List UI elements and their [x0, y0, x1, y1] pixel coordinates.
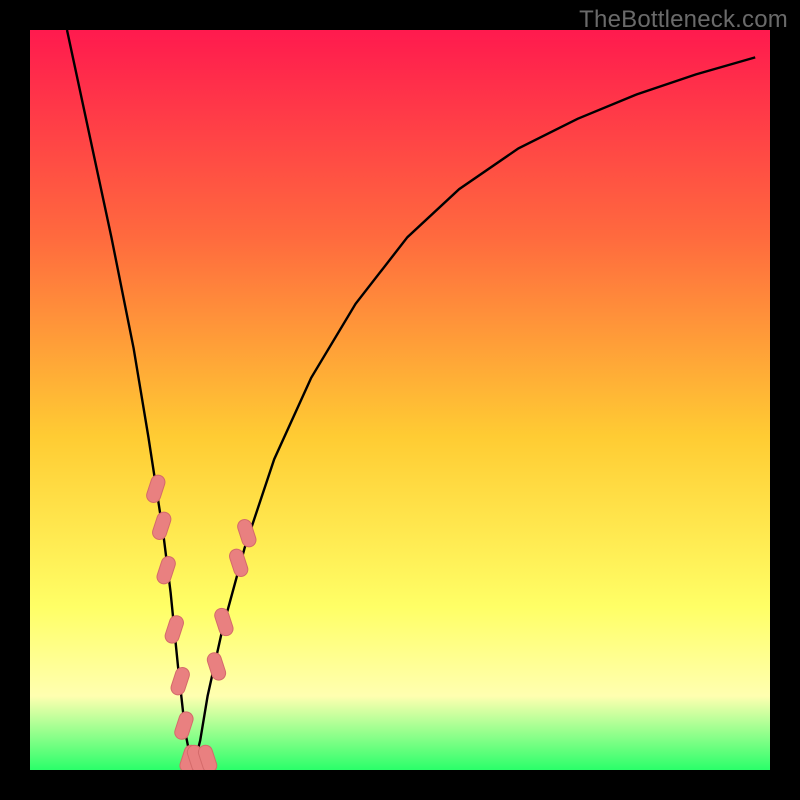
gradient-background [30, 30, 770, 770]
watermark-text: TheBottleneck.com [579, 6, 788, 34]
plot-area [30, 30, 770, 770]
outer-frame: TheBottleneck.com [0, 0, 800, 800]
chart-canvas [30, 30, 770, 770]
